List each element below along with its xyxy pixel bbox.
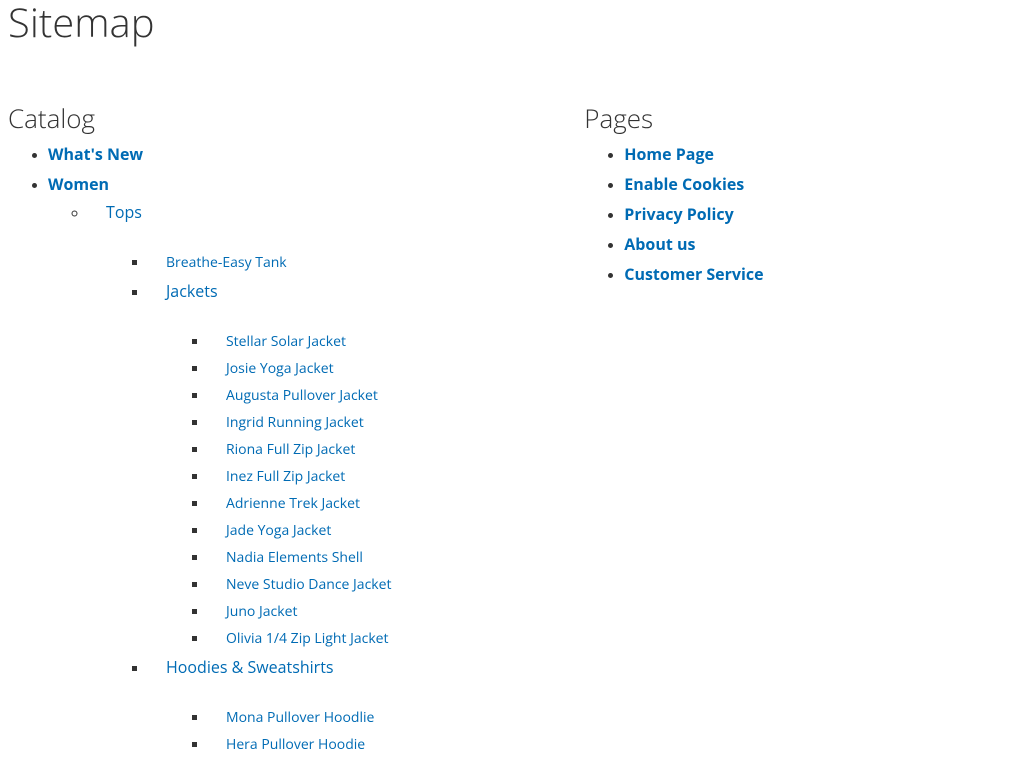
list-item: Mona Pullover Hoodlie [208, 708, 584, 727]
catalog-link-mona[interactable]: Mona Pullover Hoodlie [208, 708, 374, 727]
list-item: Tops Breathe-Easy Tank Jackets Stellar S… [88, 201, 584, 754]
pages-link-about[interactable]: About us [624, 233, 695, 255]
catalog-link-josie[interactable]: Josie Yoga Jacket [208, 359, 334, 378]
list-item: Neve Studio Dance Jacket [208, 575, 584, 594]
list-item: Riona Full Zip Jacket [208, 440, 584, 459]
catalog-link-juno[interactable]: Juno Jacket [208, 602, 297, 621]
pages-link-customer-service[interactable]: Customer Service [624, 263, 763, 285]
list-item: Enable Cookies [624, 173, 1019, 195]
list-item: Ingrid Running Jacket [208, 413, 584, 432]
list-item: About us [624, 233, 1019, 255]
catalog-link-breathe-easy[interactable]: Breathe-Easy Tank [148, 253, 287, 272]
list-item: Home Page [624, 143, 1019, 165]
catalog-link-inez[interactable]: Inez Full Zip Jacket [208, 467, 345, 486]
list-item: Nadia Elements Shell [208, 548, 584, 567]
list-item: Olivia 1/4 Zip Light Jacket [208, 629, 584, 648]
catalog-list: What's New Women Tops Breathe-Easy Tank … [8, 143, 584, 754]
catalog-link-hoodies[interactable]: Hoodies & Sweatshirts [148, 656, 334, 678]
catalog-link-jade[interactable]: Jade Yoga Jacket [208, 521, 331, 540]
list-item: Hera Pullover Hoodie [208, 735, 584, 754]
list-item: Hoodies & Sweatshirts Mona Pullover Hood… [148, 656, 584, 754]
pages-link-privacy[interactable]: Privacy Policy [624, 203, 734, 225]
pages-heading: Pages [584, 104, 1019, 133]
catalog-link-tops[interactable]: Tops [88, 201, 142, 223]
list-item: Jade Yoga Jacket [208, 521, 584, 540]
catalog-link-adrienne[interactable]: Adrienne Trek Jacket [208, 494, 360, 513]
catalog-link-whats-new[interactable]: What's New [48, 143, 143, 165]
list-item: Privacy Policy [624, 203, 1019, 225]
list-item: Juno Jacket [208, 602, 584, 621]
catalog-link-hera[interactable]: Hera Pullover Hoodie [208, 735, 365, 754]
list-item: Jackets Stellar Solar Jacket Josie Yoga … [148, 280, 584, 648]
pages-link-home[interactable]: Home Page [624, 143, 714, 165]
list-item: Augusta Pullover Jacket [208, 386, 584, 405]
catalog-link-women[interactable]: Women [48, 173, 109, 195]
list-item: Adrienne Trek Jacket [208, 494, 584, 513]
list-item: Inez Full Zip Jacket [208, 467, 584, 486]
catalog-link-ingrid[interactable]: Ingrid Running Jacket [208, 413, 364, 432]
list-item: Breathe-Easy Tank [148, 253, 584, 272]
list-item: Customer Service [624, 263, 1019, 285]
page-title: Sitemap [8, 0, 1019, 44]
catalog-heading: Catalog [8, 104, 584, 133]
list-item: Women Tops Breathe-Easy Tank Jackets Ste… [48, 173, 584, 754]
pages-list: Home Page Enable Cookies Privacy Policy … [584, 143, 1019, 285]
catalog-link-neve[interactable]: Neve Studio Dance Jacket [208, 575, 391, 594]
pages-link-cookies[interactable]: Enable Cookies [624, 173, 744, 195]
catalog-link-riona[interactable]: Riona Full Zip Jacket [208, 440, 355, 459]
catalog-link-nadia[interactable]: Nadia Elements Shell [208, 548, 363, 567]
catalog-link-jackets[interactable]: Jackets [148, 280, 218, 302]
catalog-link-stellar[interactable]: Stellar Solar Jacket [208, 332, 346, 351]
catalog-link-augusta[interactable]: Augusta Pullover Jacket [208, 386, 378, 405]
list-item: Stellar Solar Jacket [208, 332, 584, 351]
list-item: Josie Yoga Jacket [208, 359, 584, 378]
list-item: What's New [48, 143, 584, 165]
catalog-link-olivia[interactable]: Olivia 1/4 Zip Light Jacket [208, 629, 389, 648]
